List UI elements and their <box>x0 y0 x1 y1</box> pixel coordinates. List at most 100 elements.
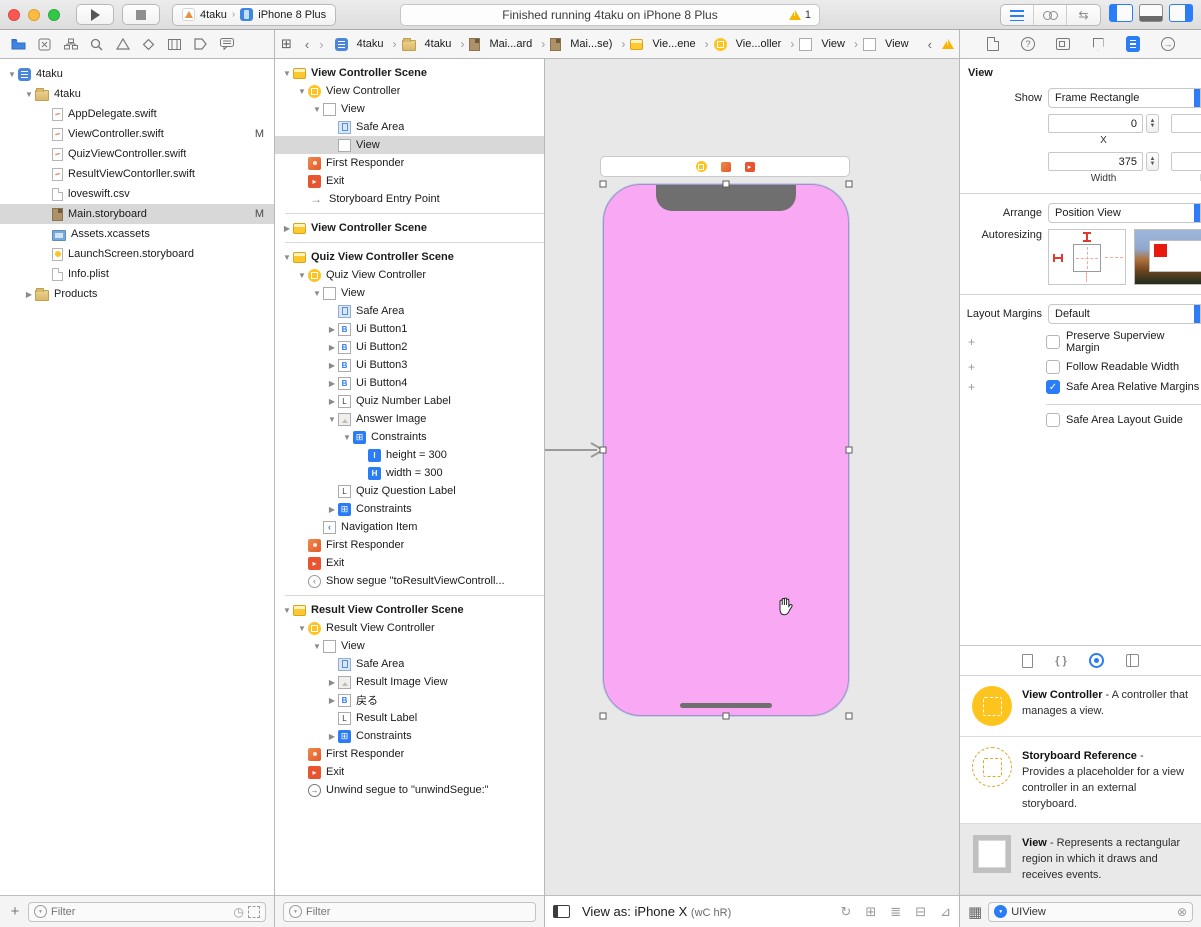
add-button[interactable]: + <box>8 903 22 920</box>
file-filter-input[interactable] <box>51 905 230 918</box>
warning-count-button[interactable]: 1 <box>788 9 811 21</box>
resize-handle-left[interactable] <box>599 446 607 454</box>
disclosure-triangle[interactable]: ▶ <box>326 696 338 705</box>
help-inspector-tab[interactable]: ? <box>1019 35 1037 53</box>
resize-handle-bottom-left[interactable] <box>599 712 607 720</box>
disclosure-triangle[interactable]: ▼ <box>23 90 35 99</box>
version-editor-button[interactable]: ⇆ <box>1067 5 1100 25</box>
resize-handle-top[interactable] <box>722 180 730 188</box>
scm-status-filter-icon[interactable] <box>248 905 260 918</box>
outline-row[interactable]: height = 300 <box>275 446 544 464</box>
disclosure-triangle[interactable]: ▼ <box>281 69 293 78</box>
disclosure-triangle[interactable]: ▶ <box>326 678 338 687</box>
exit-icon[interactable] <box>744 161 755 172</box>
disclosure-triangle[interactable]: ▼ <box>296 271 308 280</box>
go-forward-button[interactable]: › <box>314 37 328 52</box>
zoom-window-button[interactable] <box>48 8 60 21</box>
file-row[interactable]: ▼ 4taku <box>0 84 274 104</box>
size-inspector-tab[interactable] <box>1124 35 1142 53</box>
close-window-button[interactable] <box>8 8 20 21</box>
arrange-dropdown[interactable]: Position View <box>1048 203 1201 223</box>
update-frames-icon[interactable]: ↻ <box>840 904 851 920</box>
outline-row[interactable]: Safe Area <box>275 302 544 320</box>
file-row[interactable]: Info.plist <box>0 264 274 284</box>
outline-filter-input[interactable] <box>306 905 530 918</box>
assistant-editor-button[interactable] <box>1034 5 1067 25</box>
report-navigator-icon[interactable] <box>218 36 235 53</box>
outline-row[interactable]: Exit <box>275 172 544 190</box>
embed-icon[interactable]: ⊞ <box>865 904 876 920</box>
disclosure-triangle[interactable]: ▼ <box>296 624 308 633</box>
outline-row[interactable]: ▼ Constraints <box>275 428 544 446</box>
outline-row[interactable]: Exit <box>275 554 544 572</box>
outline-row[interactable]: ▶ Ui Button3 <box>275 356 544 374</box>
test-navigator-icon[interactable] <box>140 36 157 53</box>
file-row[interactable]: ViewController.swift M <box>0 124 274 144</box>
resize-handle-top-right[interactable] <box>845 180 853 188</box>
outline-row[interactable]: Safe Area <box>275 655 544 673</box>
outline-row[interactable]: ▶ Result Image View <box>275 673 544 691</box>
layout-margins-dropdown[interactable]: Default <box>1048 304 1201 324</box>
view-controller-icon[interactable] <box>695 161 707 172</box>
disclosure-triangle[interactable]: ▶ <box>326 379 338 388</box>
outline-filter-field[interactable] <box>283 901 536 922</box>
connections-inspector-tab[interactable]: → <box>1159 35 1177 53</box>
height-field[interactable]: 812 <box>1171 152 1201 171</box>
checkbox[interactable] <box>1046 335 1060 349</box>
disclosure-triangle[interactable]: ▶ <box>326 325 338 334</box>
outline-row[interactable]: Quiz Question Label <box>275 482 544 500</box>
issue-navigator-icon[interactable] <box>114 36 131 53</box>
y-field[interactable]: 0 <box>1171 114 1201 133</box>
run-button[interactable] <box>76 4 114 25</box>
outline-row[interactable]: First Responder <box>275 745 544 763</box>
outline-row[interactable]: Exit <box>275 763 544 781</box>
outline-row[interactable]: View <box>275 136 544 154</box>
recent-files-icon[interactable]: ◷ <box>234 905 244 919</box>
show-dropdown[interactable]: Frame Rectangle <box>1048 88 1201 108</box>
device-configuration-icon[interactable] <box>553 905 570 918</box>
stop-button[interactable] <box>122 4 160 25</box>
outline-row[interactable]: ▼ Result View Controller Scene <box>275 601 544 619</box>
clear-filter-icon[interactable]: ⊗ <box>1177 905 1187 919</box>
disclosure-triangle[interactable]: ▼ <box>281 253 293 262</box>
outline-row[interactable]: ▼ View <box>275 637 544 655</box>
width-stepper[interactable]: ▲ ▼ <box>1146 152 1159 171</box>
outline-row[interactable]: Storyboard Entry Point <box>275 190 544 208</box>
breadcrumb-item[interactable]: 4taku <box>334 37 402 51</box>
source-control-navigator-icon[interactable] <box>36 36 53 53</box>
file-row[interactable]: ▶ Products <box>0 284 274 304</box>
breadcrumb-item[interactable]: Mai...ard <box>469 37 550 51</box>
disclosure-triangle[interactable]: ▶ <box>326 397 338 406</box>
x-field[interactable]: 0 <box>1048 114 1143 133</box>
disclosure-triangle[interactable]: ▼ <box>311 289 323 298</box>
disclosure-triangle[interactable]: ▶ <box>326 732 338 741</box>
file-row[interactable]: Main.storyboard M <box>0 204 274 224</box>
checkbox[interactable] <box>1046 360 1060 374</box>
outline-row[interactable]: ▶ Quiz Number Label <box>275 392 544 410</box>
breadcrumb-item[interactable]: Vie...oller <box>713 37 800 51</box>
find-navigator-icon[interactable] <box>88 36 105 53</box>
attributes-inspector-tab[interactable] <box>1089 35 1107 53</box>
library-item[interactable]: View - Represents a rectangular region i… <box>960 824 1201 895</box>
outline-row[interactable]: Show segue "toResultViewControll... <box>275 572 544 590</box>
outline-row[interactable]: ▶ Ui Button2 <box>275 338 544 356</box>
disclosure-triangle[interactable]: ▼ <box>6 70 18 79</box>
minimize-window-button[interactable] <box>28 8 40 21</box>
library-item[interactable]: View Controller - A controller that mana… <box>960 676 1201 738</box>
toggle-navigator-button[interactable] <box>1109 4 1133 22</box>
disclosure-triangle[interactable]: ▼ <box>311 105 323 114</box>
outline-row[interactable]: ▼ Result View Controller <box>275 619 544 637</box>
align-icon[interactable]: ⊟ <box>915 904 926 920</box>
outline-row[interactable]: width = 300 <box>275 464 544 482</box>
go-back-button[interactable]: ‹ <box>300 37 314 52</box>
canvas-area[interactable] <box>545 59 959 895</box>
disclosure-triangle[interactable]: ▼ <box>311 642 323 651</box>
autoresizing-top-strut[interactable] <box>1083 232 1091 242</box>
disclosure-triangle[interactable]: ▶ <box>326 343 338 352</box>
outline-row[interactable]: ▶ Constraints <box>275 500 544 518</box>
checkbox[interactable] <box>1046 413 1060 427</box>
outline-row[interactable]: ▼ View Controller <box>275 82 544 100</box>
outline-row[interactable]: Navigation Item <box>275 518 544 536</box>
library-filter-field[interactable]: ⊗ <box>988 901 1193 922</box>
outline-row[interactable]: ▼ Answer Image <box>275 410 544 428</box>
